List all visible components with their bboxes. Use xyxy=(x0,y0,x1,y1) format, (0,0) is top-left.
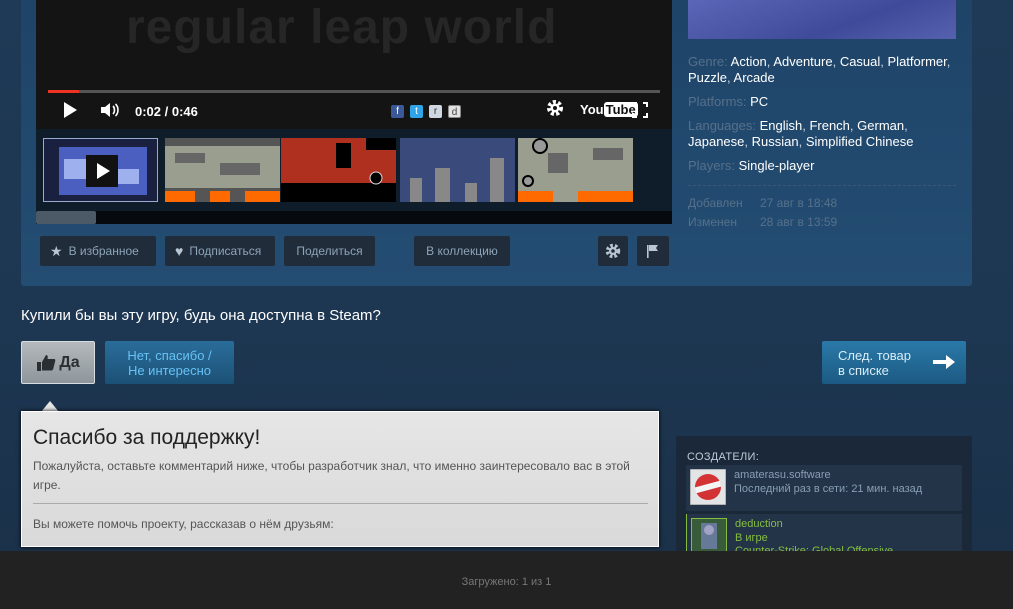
vote-question: Купили бы вы эту игру, будь она доступна… xyxy=(21,307,381,324)
avatar xyxy=(689,468,727,506)
load-status: Загружено: 1 из 1 xyxy=(461,576,552,588)
genre-link[interactable]: Adventure xyxy=(773,54,832,69)
media-thumbnail-strip xyxy=(36,129,672,224)
facebook-icon[interactable]: f xyxy=(391,105,404,118)
thumbs-up-icon xyxy=(37,354,56,371)
added-date: 27 авг в 18:48 xyxy=(760,196,838,210)
genre-link[interactable]: Platformer xyxy=(888,54,947,69)
creators-panel: СОЗДАТЕЛИ: amaterasu.software Последний … xyxy=(676,436,972,560)
wishlist-button[interactable]: ★ В избранное xyxy=(40,236,156,266)
thumbnail-screenshot[interactable] xyxy=(400,138,515,202)
details-divider xyxy=(688,185,956,186)
video-time: 0:02 / 0:46 xyxy=(135,104,198,119)
load-status-bar: Загружено: 1 из 1 xyxy=(0,551,1013,609)
genre-link[interactable]: Arcade xyxy=(734,70,775,85)
video-frame-text: regular leap world xyxy=(126,1,558,54)
platform-value: PC xyxy=(750,94,769,109)
scrollbar-handle[interactable] xyxy=(36,211,96,224)
changed-date: 28 авг в 13:59 xyxy=(760,215,838,229)
platforms-row: Platforms: PC xyxy=(688,94,769,109)
language-value: English xyxy=(759,118,803,133)
creator-status: В игре xyxy=(735,532,768,544)
youtube-logo[interactable]: You Tube xyxy=(580,102,638,117)
thumbnail-video[interactable] xyxy=(43,138,158,202)
thumbnail-screenshot[interactable] xyxy=(281,138,396,202)
creator-name[interactable]: deduction xyxy=(735,518,783,531)
gear-icon[interactable] xyxy=(598,236,628,266)
thumbnail-screenshot[interactable] xyxy=(165,138,280,202)
reddit-icon[interactable]: r xyxy=(429,105,442,118)
language-value: Simplified Chinese xyxy=(805,134,914,149)
share-button[interactable]: Поделиться xyxy=(284,236,375,266)
changed-label: Изменен xyxy=(688,215,737,229)
languages-row: Languages: English, French, German, Japa… xyxy=(688,118,914,149)
creator-item[interactable]: amaterasu.software Последний раз в сети:… xyxy=(686,465,962,511)
genre-link[interactable]: Casual xyxy=(840,54,880,69)
thanks-divider xyxy=(33,503,648,504)
share-prompt: Вы можете помочь проекту, рассказав о нё… xyxy=(33,517,334,531)
next-item-button[interactable]: След. товар в списке xyxy=(822,341,966,384)
genre-link[interactable]: Puzzle xyxy=(688,70,727,85)
thumbnail-screenshot[interactable] xyxy=(518,138,633,202)
language-value: Russian xyxy=(751,134,799,149)
play-icon[interactable] xyxy=(64,102,77,118)
digg-icon[interactable]: d xyxy=(448,105,461,118)
thanks-body: Пожалуйста, оставьте комментарий ниже, ч… xyxy=(33,459,630,492)
added-label: Добавлен xyxy=(688,196,743,210)
add-to-collection-button[interactable]: В коллекцию xyxy=(414,236,510,266)
creator-status: Последний раз в сети: 21 мин. назад xyxy=(734,483,923,495)
game-header-image xyxy=(688,0,956,39)
language-value: Japanese xyxy=(688,134,745,149)
language-value: French xyxy=(809,118,850,133)
star-icon: ★ xyxy=(50,242,63,259)
thanks-box: Спасибо за поддержку! Пожалуйста, оставь… xyxy=(21,411,659,547)
heart-plus-icon: ♥ xyxy=(175,243,184,259)
avatar xyxy=(691,518,727,554)
genre-row: Genre: Action, Adventure, Casual, Platfo… xyxy=(688,54,951,85)
video-progress-bar[interactable] xyxy=(48,90,660,93)
players-value: Single-player xyxy=(738,158,815,173)
arrow-right-icon xyxy=(933,355,955,369)
flag-icon[interactable] xyxy=(637,236,669,266)
video-player[interactable]: regular leap world 0:02 / 0:46 You Tube xyxy=(36,0,672,129)
fullscreen-icon[interactable] xyxy=(632,102,648,118)
twitter-icon[interactable]: t xyxy=(410,105,423,118)
creator-name[interactable]: amaterasu.software xyxy=(734,469,831,482)
creators-header: СОЗДАТЕЛИ: xyxy=(687,451,760,463)
settings-gear-icon[interactable] xyxy=(546,99,564,123)
thanks-title: Спасибо за поддержку! xyxy=(33,426,261,449)
players-row: Players: Single-player xyxy=(688,158,815,173)
thumbnail-scrollbar[interactable] xyxy=(36,211,672,224)
vote-yes-button[interactable]: Да xyxy=(21,341,95,384)
follow-button[interactable]: ♥ Подписаться xyxy=(165,236,275,266)
genre-link[interactable]: Action xyxy=(731,54,767,69)
language-value: German xyxy=(857,118,905,133)
vote-no-button[interactable]: Нет, спасибо / Не интересно xyxy=(105,341,234,384)
volume-icon[interactable] xyxy=(100,101,120,124)
